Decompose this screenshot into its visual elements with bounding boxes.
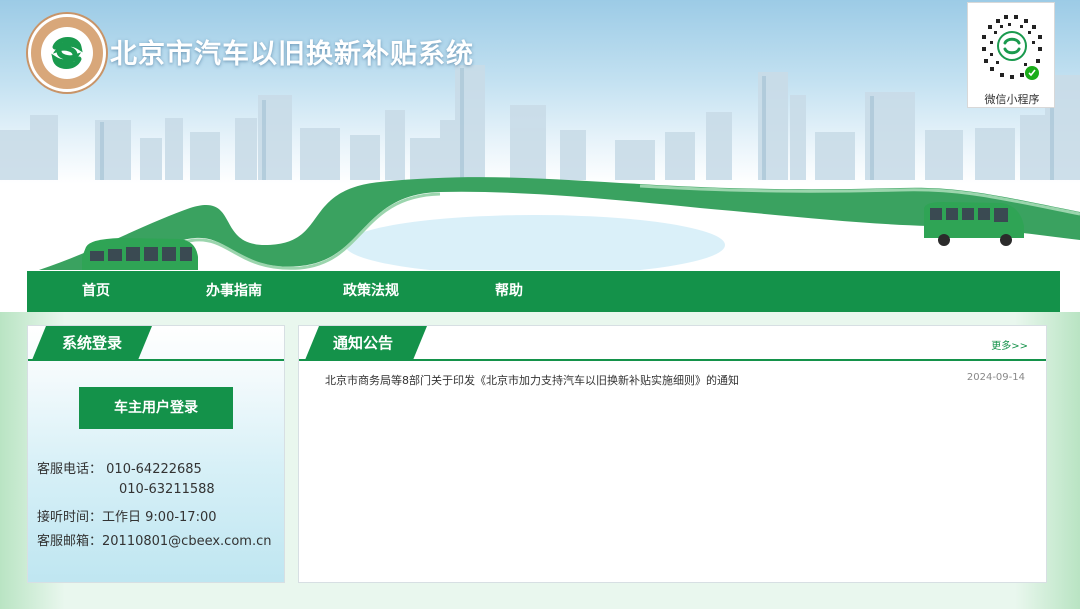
logo-emblem	[41, 27, 93, 79]
site-title: 北京市汽车以旧换新补贴系统	[110, 39, 474, 70]
email-label: 客服邮箱：	[37, 534, 103, 549]
phone-line-2: 010-63211588	[119, 482, 215, 497]
notice-item: 北京市商务局等8部门关于印发《北京市加力支持汽车以旧换新补贴实施细则》的通知 2…	[325, 372, 1025, 390]
notice-panel: 通知公告 更多>> 北京市商务局等8部门关于印发《北京市加力支持汽车以旧换新补贴…	[298, 325, 1047, 583]
hours-value: 工作日 9:00-17:00	[102, 510, 217, 525]
notice-item-title[interactable]: 北京市商务局等8部门关于印发《北京市加力支持汽车以旧换新补贴实施细则》的通知	[325, 372, 739, 388]
phone-label: 客服电话：	[37, 462, 103, 477]
hours-label: 接听时间：	[37, 510, 103, 525]
owner-login-button[interactable]: 车主用户登录	[79, 387, 233, 429]
login-heading: 系统登录	[32, 326, 152, 360]
nav-guide[interactable]: 办事指南	[206, 271, 262, 312]
header-banner: 北京市汽车以旧换新补贴系统 微信小程序	[0, 0, 1080, 270]
swirl-emblem-icon	[51, 37, 83, 69]
miniprogram-qr-code-icon	[976, 10, 1048, 82]
notice-item-date: 2024-09-14	[966, 372, 1025, 383]
login-panel: 系统登录 车主用户登录 客服电话： 010-64222685 010-63211…	[27, 325, 285, 583]
main-nav: 首页 办事指南 政策法规 帮助	[27, 271, 1060, 312]
phone-number-2: 010-63211588	[119, 482, 215, 497]
miniprogram-qr-card[interactable]: 微信小程序	[967, 2, 1055, 108]
right-bus-illustration	[924, 202, 1024, 246]
phone-number-1: 010-64222685	[106, 462, 202, 477]
email-value[interactable]: 20110801@cbeex.com.cn	[102, 534, 271, 549]
nav-home[interactable]: 首页	[82, 271, 110, 312]
notice-heading: 通知公告	[305, 326, 427, 360]
nav-help[interactable]: 帮助	[495, 271, 523, 312]
left-bus-illustration	[82, 238, 198, 270]
phone-line: 客服电话： 010-64222685	[37, 458, 202, 477]
hours-line: 接听时间：工作日 9:00-17:00	[37, 506, 217, 525]
nav-policies[interactable]: 政策法规	[343, 271, 399, 312]
more-notices-link[interactable]: 更多>>	[991, 337, 1028, 352]
miniprogram-label: 微信小程序	[984, 93, 1040, 106]
email-line: 客服邮箱：20110801@cbeex.com.cn	[37, 530, 271, 549]
cbeex-logo-icon	[28, 14, 106, 92]
